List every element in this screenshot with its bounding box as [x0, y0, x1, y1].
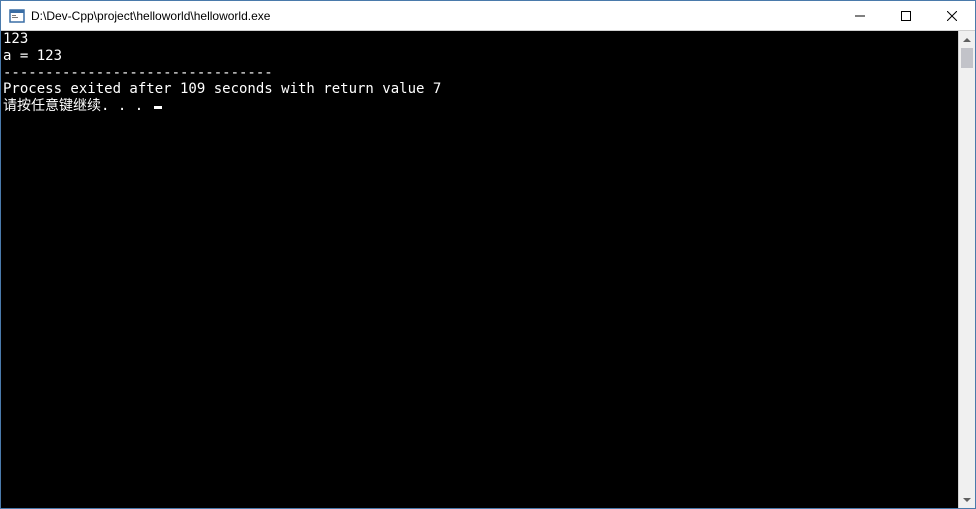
output-separator: --------------------------------	[3, 65, 273, 81]
console-window: D:\Dev-Cpp\project\helloworld\helloworld…	[0, 0, 976, 509]
chevron-down-icon	[963, 498, 971, 502]
minimize-button[interactable]	[837, 1, 883, 30]
console-area: 123 a = 123 ----------------------------…	[1, 31, 975, 508]
scroll-up-button[interactable]	[959, 31, 975, 48]
maximize-button[interactable]	[883, 1, 929, 30]
application-icon	[9, 8, 25, 24]
window-controls	[837, 1, 975, 30]
console-output[interactable]: 123 a = 123 ----------------------------…	[1, 31, 958, 508]
close-icon	[947, 11, 957, 21]
close-button[interactable]	[929, 1, 975, 30]
output-line: a = 123	[3, 48, 62, 64]
scroll-thumb[interactable]	[961, 48, 973, 68]
minimize-icon	[855, 11, 865, 21]
text-cursor	[154, 106, 162, 109]
chevron-up-icon	[963, 38, 971, 42]
exit-message: Process exited after 109 seconds with re…	[3, 81, 441, 97]
maximize-icon	[901, 11, 911, 21]
vertical-scrollbar[interactable]	[958, 31, 975, 508]
scroll-track[interactable]	[959, 48, 975, 491]
continue-prompt: 请按任意键继续. . .	[3, 98, 152, 114]
window-title: D:\Dev-Cpp\project\helloworld\helloworld…	[31, 9, 837, 23]
titlebar: D:\Dev-Cpp\project\helloworld\helloworld…	[1, 1, 975, 31]
output-line: 123	[3, 31, 28, 47]
scroll-down-button[interactable]	[959, 491, 975, 508]
